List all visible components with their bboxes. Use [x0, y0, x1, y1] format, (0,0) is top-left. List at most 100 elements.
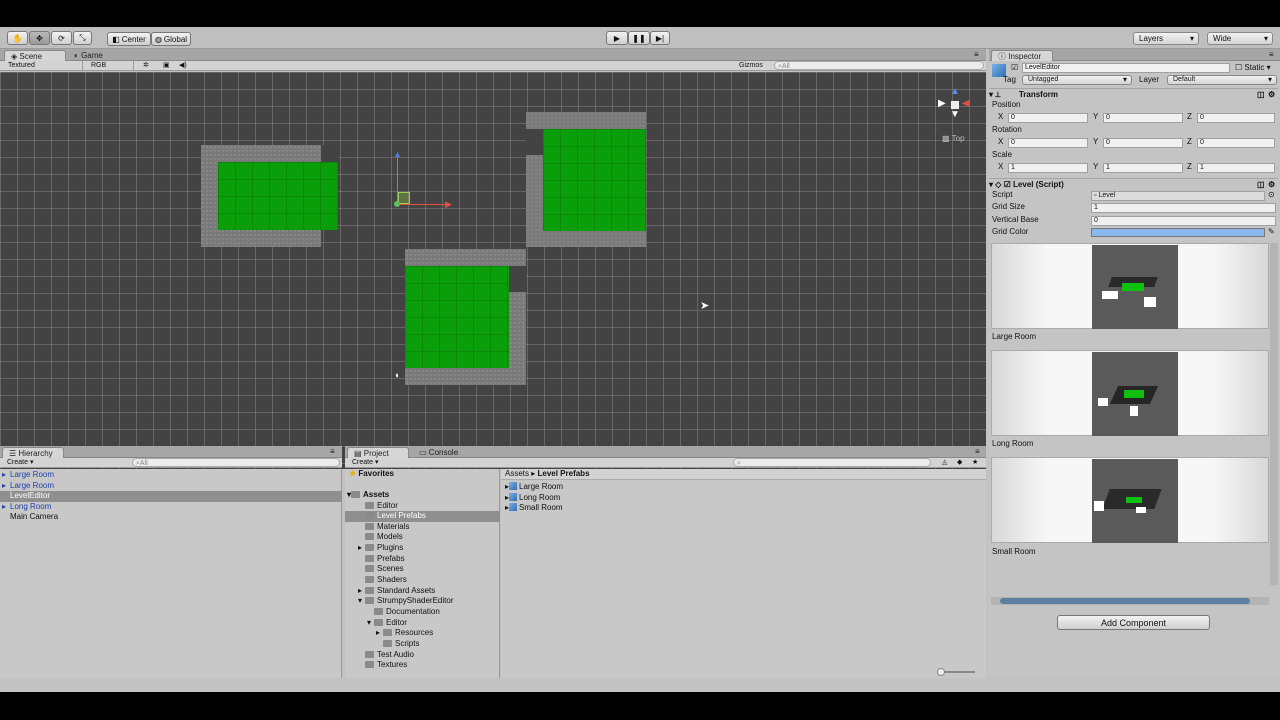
- project-search-input[interactable]: ⌕: [733, 458, 931, 467]
- camera-icon[interactable]: ◖: [394, 370, 399, 380]
- draw-mode-dropdown[interactable]: Textured: [5, 61, 83, 70]
- folder-tree-item[interactable]: Prefabs: [345, 554, 500, 565]
- grid-size-field[interactable]: 1: [1091, 203, 1276, 213]
- position-x-field[interactable]: 0: [1008, 113, 1088, 123]
- expand-arrow-icon[interactable]: ▾: [367, 618, 374, 629]
- folder-tree-item[interactable]: ▸ Plugins: [345, 543, 500, 554]
- transform-header[interactable]: ▾ ⟂ Transform ◫ ⚙: [989, 88, 1278, 99]
- folder-tree-item[interactable]: ▾ StrumpyShaderEditor: [345, 596, 500, 607]
- folder-tree-item[interactable]: ▸ Resources: [345, 628, 500, 639]
- room-floor[interactable]: [405, 266, 509, 368]
- script-field[interactable]: ▫ Level: [1091, 191, 1265, 201]
- active-checkbox[interactable]: ☑: [1011, 63, 1018, 72]
- hierarchy-item[interactable]: ▸ Large Room: [0, 470, 342, 481]
- room-floor[interactable]: [218, 162, 338, 230]
- level-script-header[interactable]: ▾ ◇ ☑ Level (Script) ◫ ⚙: [989, 178, 1278, 189]
- expand-arrow-icon[interactable]: ▸: [2, 481, 10, 492]
- hierarchy-item[interactable]: Main Camera: [0, 512, 342, 523]
- neg-x-cone-icon[interactable]: ▶: [938, 98, 946, 109]
- favorite-star-icon[interactable]: ★: [969, 458, 981, 467]
- tab-inspector[interactable]: ⓘ Inspector: [991, 50, 1053, 61]
- gizmos-dropdown[interactable]: Gizmos: [736, 61, 770, 70]
- neg-y-cone-icon[interactable]: ▼: [950, 109, 960, 120]
- folder-tree-item[interactable]: Editor: [345, 501, 500, 512]
- x-cone-icon[interactable]: ◀: [962, 98, 970, 109]
- rotation-y-field[interactable]: 0: [1103, 138, 1183, 148]
- vertical-base-field[interactable]: 0: [1091, 216, 1276, 226]
- position-y-field[interactable]: 0: [1103, 113, 1183, 123]
- lighting-toggle-icon[interactable]: ✲: [140, 61, 154, 70]
- prefab-asset-item[interactable]: ▸ Long Room: [501, 492, 560, 504]
- component-gear-icon[interactable]: ⚙: [1268, 89, 1275, 100]
- component-gear-icon[interactable]: ⚙: [1268, 179, 1275, 190]
- rotation-x-field[interactable]: 0: [1008, 138, 1088, 148]
- rotation-z-field[interactable]: 0: [1197, 138, 1275, 148]
- folder-tree-item[interactable]: Textures: [345, 660, 500, 671]
- tab-scene[interactable]: ◈ Scene: [4, 50, 66, 61]
- handle-global-button[interactable]: ◍ Global: [151, 32, 191, 46]
- assets-root-item[interactable]: ▾ Assets: [347, 490, 389, 501]
- prefab-asset-item[interactable]: ▸ Large Room: [501, 482, 563, 493]
- hand-tool-icon[interactable]: ✋: [7, 31, 28, 45]
- object-picker-icon[interactable]: ⊙: [1268, 190, 1275, 199]
- horizontal-scrollbar-thumb[interactable]: [1000, 598, 1250, 604]
- eyedropper-icon[interactable]: ✎: [1268, 227, 1275, 236]
- breadcrumb-root[interactable]: Assets: [505, 469, 529, 478]
- tag-dropdown[interactable]: Untagged: [1022, 75, 1132, 85]
- folder-tree-item[interactable]: Models: [345, 532, 500, 543]
- play-button[interactable]: ▶: [606, 31, 628, 45]
- folder-tree-item[interactable]: Scripts: [345, 639, 500, 650]
- pause-button[interactable]: ❚❚: [628, 31, 650, 45]
- y-arrow-icon[interactable]: ▲: [393, 149, 402, 159]
- color-mode-dropdown[interactable]: RGB: [88, 61, 134, 70]
- favorites-item[interactable]: ★ Favorites: [349, 469, 394, 480]
- expand-arrow-icon[interactable]: ▸: [2, 502, 10, 513]
- project-create-button[interactable]: Create ▾: [349, 458, 383, 467]
- hierarchy-item[interactable]: ▸ Large Room: [0, 481, 342, 492]
- scale-y-field[interactable]: 1: [1103, 163, 1183, 173]
- image-toggle-icon[interactable]: ▣: [160, 61, 174, 70]
- component-enabled-checkbox[interactable]: ☑: [1004, 180, 1011, 189]
- folder-tree-item[interactable]: Level Prefabs: [345, 511, 500, 522]
- zoom-slider-thumb[interactable]: [937, 668, 945, 676]
- rotate-tool-icon[interactable]: ⟳: [51, 31, 72, 45]
- scale-x-field[interactable]: 1: [1008, 163, 1088, 173]
- expand-arrow-icon[interactable]: ▾: [358, 596, 365, 607]
- tab-hierarchy[interactable]: ☰ Hierarchy: [2, 447, 64, 458]
- hierarchy-item[interactable]: LevelEditor: [0, 491, 342, 502]
- audio-toggle-icon[interactable]: ◀): [176, 61, 190, 70]
- tab-console[interactable]: ▭ Console: [413, 447, 469, 458]
- folder-tree-item[interactable]: ▸ Standard Assets: [345, 586, 500, 597]
- move-tool-icon[interactable]: ✥: [29, 31, 50, 45]
- static-checkbox[interactable]: ☐ Static ▾: [1235, 63, 1271, 72]
- panel-menu-icon[interactable]: ≡: [330, 447, 335, 456]
- object-name-field[interactable]: LevelEditor: [1022, 63, 1230, 73]
- filter-type-icon[interactable]: ◬: [939, 458, 951, 467]
- panel-menu-icon[interactable]: ≡: [1269, 50, 1274, 59]
- layers-dropdown[interactable]: Layers: [1133, 32, 1199, 45]
- folder-tree-item[interactable]: Scenes: [345, 564, 500, 575]
- folder-tree-item[interactable]: ▾ Editor: [345, 618, 500, 629]
- expand-arrow-icon[interactable]: ▸: [376, 628, 383, 639]
- position-z-field[interactable]: 0: [1197, 113, 1275, 123]
- room-preview-small[interactable]: [991, 457, 1269, 543]
- preview-vertical-scrollbar[interactable]: [1270, 243, 1278, 585]
- help-icon[interactable]: ◫: [1257, 89, 1265, 100]
- folder-tree-item[interactable]: Shaders: [345, 575, 500, 586]
- pivot-center-button[interactable]: ◧ Center: [107, 32, 151, 46]
- preview-horizontal-scrollbar[interactable]: [991, 597, 1269, 605]
- filter-label-icon[interactable]: ◆: [954, 458, 966, 467]
- x-axis-handle[interactable]: [398, 204, 450, 205]
- panel-menu-icon[interactable]: ≡: [975, 447, 980, 456]
- layout-dropdown[interactable]: Wide: [1207, 32, 1273, 45]
- tab-game[interactable]: ◐ Game: [68, 50, 112, 61]
- room-preview-large[interactable]: [991, 243, 1269, 329]
- y-cone-icon[interactable]: ▲: [950, 86, 960, 97]
- panel-menu-icon[interactable]: ≡: [974, 50, 979, 59]
- scale-z-field[interactable]: 1: [1197, 163, 1275, 173]
- help-icon[interactable]: ◫: [1257, 179, 1265, 190]
- room-preview-long[interactable]: [991, 350, 1269, 436]
- center-cube-icon[interactable]: [951, 101, 959, 109]
- hierarchy-search-input[interactable]: ⌕All: [132, 458, 340, 467]
- grid-color-swatch[interactable]: [1091, 228, 1265, 237]
